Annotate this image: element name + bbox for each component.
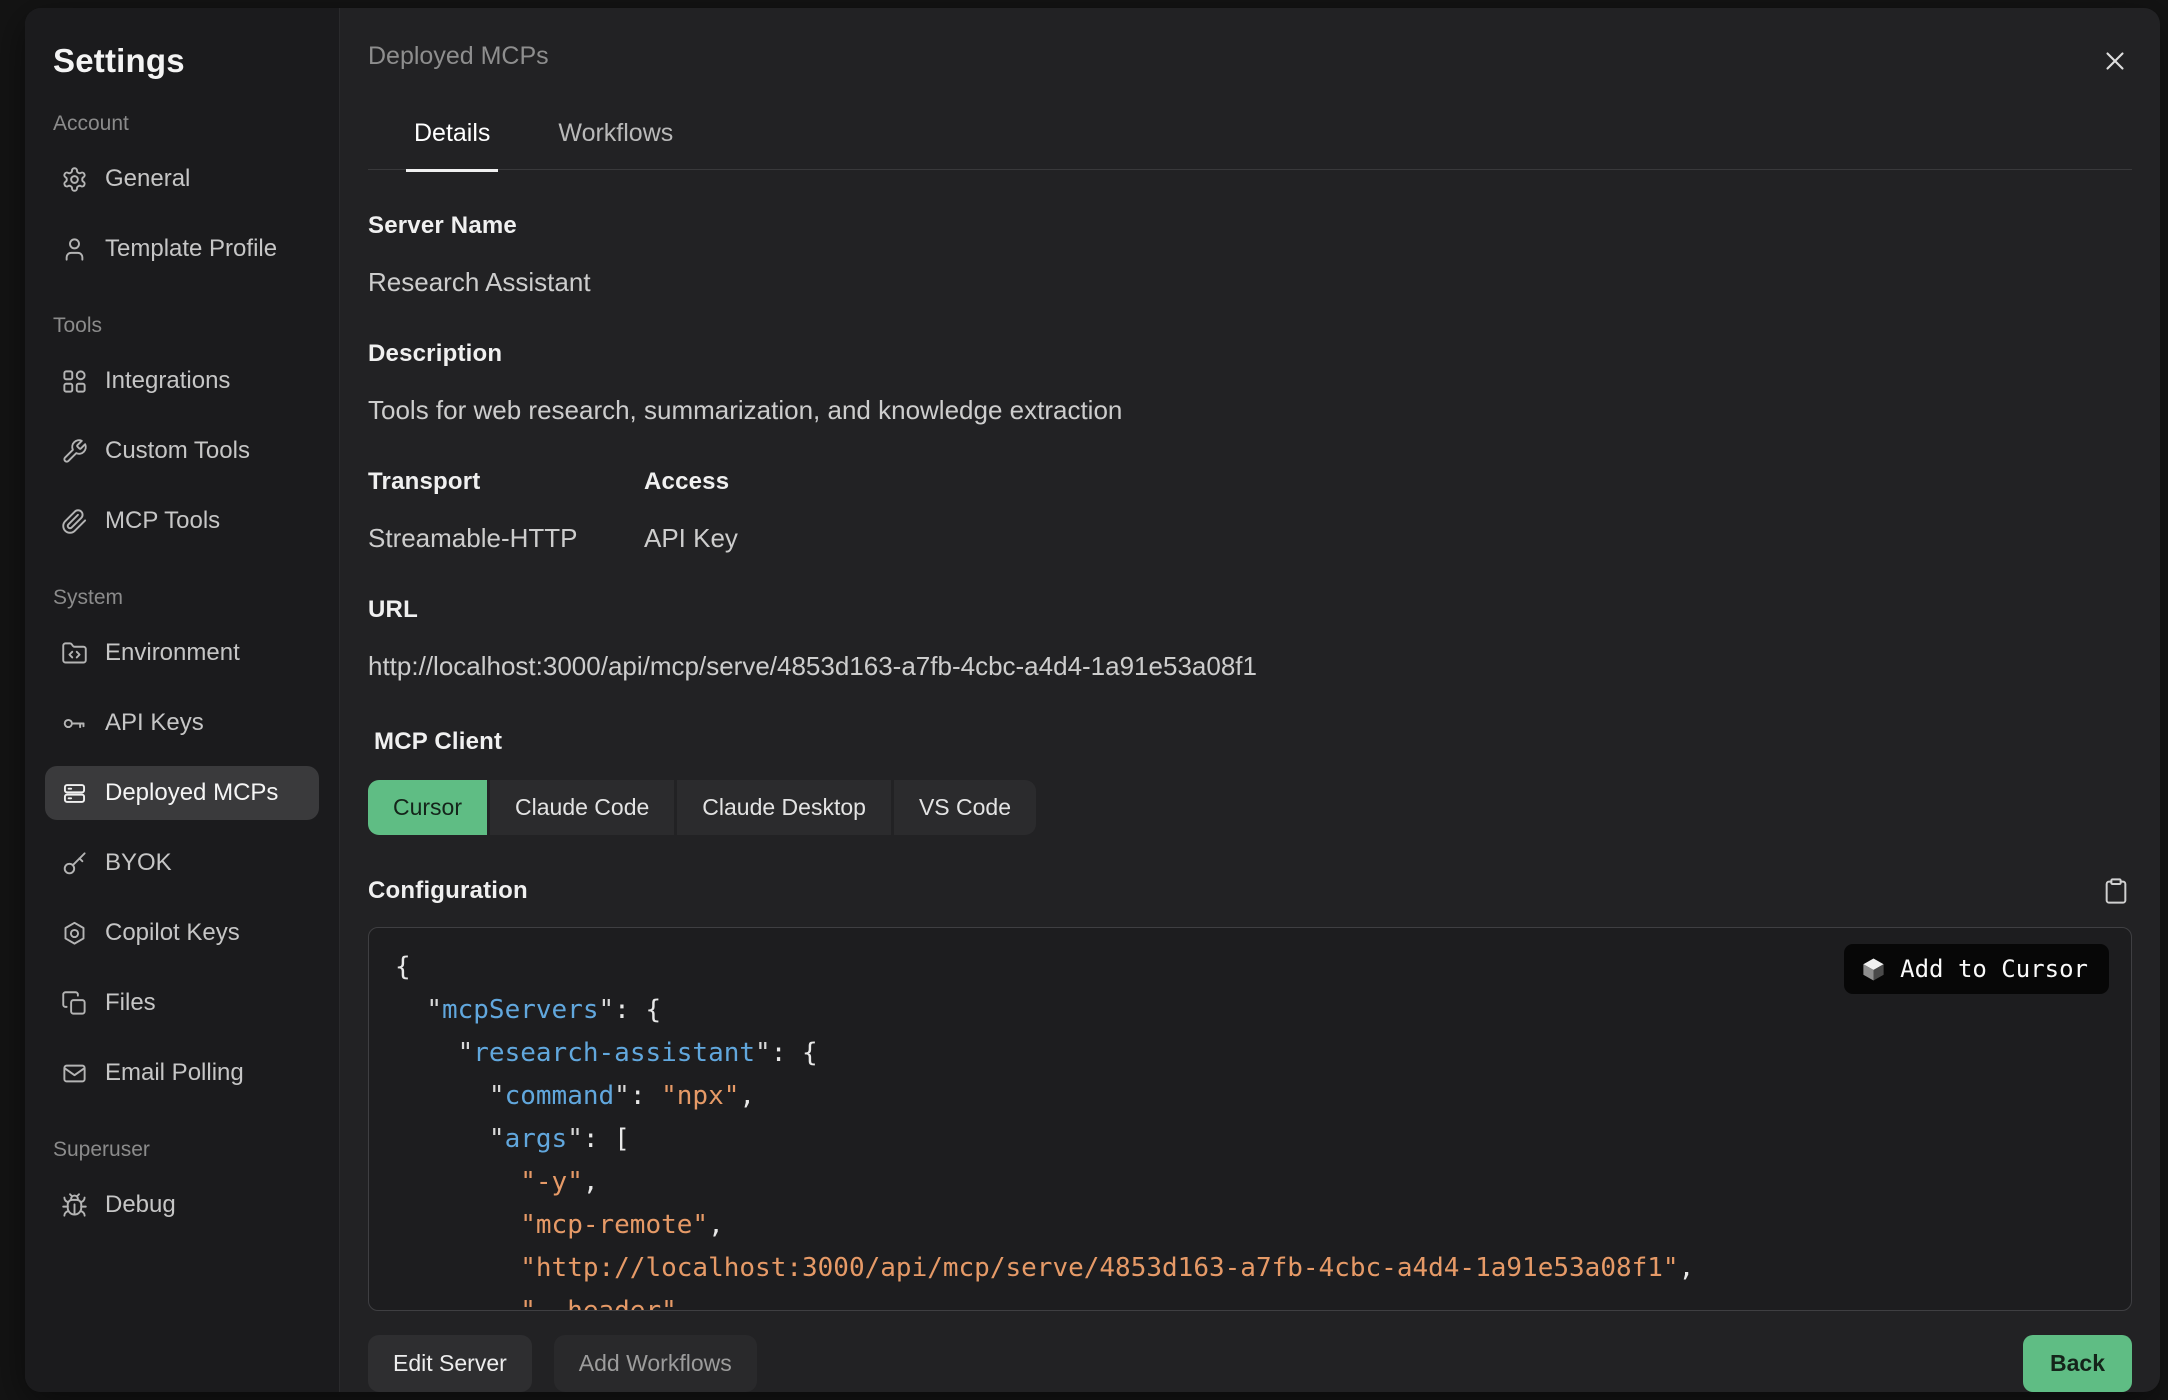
folder-code-icon: [61, 640, 88, 667]
sidebar-section-system: System: [53, 586, 311, 610]
sidebar-item-label: Deployed MCPs: [105, 779, 278, 807]
mail-icon: [61, 1060, 88, 1087]
sidebar-item-label: Email Polling: [105, 1059, 244, 1087]
sidebar-item-byok[interactable]: BYOK: [45, 836, 319, 890]
back-button[interactable]: Back: [2023, 1335, 2132, 1392]
footer-actions: Edit Server Add Workflows Back: [368, 1335, 2132, 1392]
code-line: "research-assistant": {: [395, 1032, 2105, 1075]
screen-background: Settings Account General Template Profile T…: [0, 0, 2168, 1400]
sidebar-item-deployed-mcps[interactable]: Deployed MCPs: [45, 766, 319, 820]
sidebar-item-copilot-keys[interactable]: Copilot Keys: [45, 906, 319, 960]
sidebar-section-account: Account: [53, 112, 311, 136]
settings-sidebar: Settings Account General Template Profile T…: [25, 8, 340, 1392]
client-claude-code-button[interactable]: Claude Code: [490, 780, 674, 835]
sidebar-item-mcp-tools[interactable]: MCP Tools: [45, 494, 319, 548]
cursor-cube-icon: [1860, 956, 1887, 983]
access-label: Access: [644, 468, 729, 496]
panel-header: Deployed MCPs: [368, 42, 2132, 78]
close-icon: [2100, 46, 2130, 76]
sidebar-item-label: API Keys: [105, 709, 204, 737]
tab-workflows[interactable]: Workflows: [550, 119, 681, 170]
sidebar-item-label: Custom Tools: [105, 437, 250, 465]
bug-icon: [61, 1192, 88, 1219]
gear-icon: [61, 166, 88, 193]
hexagon-icon: [61, 920, 88, 947]
paperclip-icon: [61, 508, 88, 535]
sidebar-item-label: Template Profile: [105, 235, 277, 263]
server-name-label: Server Name: [368, 212, 2132, 240]
transport-access-values: Streamable-HTTP API Key: [368, 496, 2132, 554]
copy-configuration-button[interactable]: [2100, 875, 2132, 907]
code-line: "command": "npx",: [395, 1075, 2105, 1118]
sidebar-item-label: Debug: [105, 1191, 176, 1219]
url-label: URL: [368, 596, 2132, 624]
configuration-code-block: { "mcpServers": { "research-assistant": …: [368, 927, 2132, 1311]
sidebar-item-api-keys[interactable]: API Keys: [45, 696, 319, 750]
sidebar-item-label: General: [105, 165, 190, 193]
configuration-label: Configuration: [368, 877, 528, 905]
server-icon: [61, 780, 88, 807]
sidebar-item-label: Integrations: [105, 367, 230, 395]
sidebar-item-email-polling[interactable]: Email Polling: [45, 1046, 319, 1100]
code-line: "http://localhost:3000/api/mcp/serve/485…: [395, 1247, 2105, 1290]
code-line: "mcp-remote",: [395, 1204, 2105, 1247]
description-label: Description: [368, 340, 2132, 368]
sidebar-item-integrations[interactable]: Integrations: [45, 354, 319, 408]
grid-icon: [61, 368, 88, 395]
description-value: Tools for web research, summarization, a…: [368, 395, 2132, 426]
sidebar-section-superuser: Superuser: [53, 1138, 311, 1162]
sidebar-item-custom-tools[interactable]: Custom Tools: [45, 424, 319, 478]
transport-value: Streamable-HTTP: [368, 523, 644, 554]
config-code: { "mcpServers": { "research-assistant": …: [395, 946, 2105, 1311]
access-value: API Key: [644, 523, 738, 554]
code-line: "--header": [395, 1290, 2105, 1311]
clipboard-icon: [2102, 877, 2130, 905]
user-icon: [61, 236, 88, 263]
sidebar-section-tools: Tools: [53, 314, 311, 338]
sidebar-item-label: Environment: [105, 639, 240, 667]
sidebar-sections: Account General Template Profile Tools Integ…: [45, 112, 319, 1232]
client-vs-code-button[interactable]: VS Code: [894, 780, 1036, 835]
close-button[interactable]: [2098, 44, 2132, 78]
code-line: "mcpServers": {: [395, 989, 2105, 1032]
tab-bar: Details Workflows: [368, 118, 2132, 170]
sidebar-item-label: Files: [105, 989, 156, 1017]
add-to-cursor-label: Add to Cursor: [1900, 955, 2088, 983]
sidebar-item-label: BYOK: [105, 849, 172, 877]
sidebar-item-environment[interactable]: Environment: [45, 626, 319, 680]
code-line: "-y",: [395, 1161, 2105, 1204]
url-value: http://localhost:3000/api/mcp/serve/4853…: [368, 651, 2132, 682]
settings-modal: Settings Account General Template Profile T…: [25, 8, 2160, 1392]
mcp-client-group: CursorClaude CodeClaude DesktopVS Code: [368, 780, 2132, 835]
edit-server-button[interactable]: Edit Server: [368, 1335, 532, 1392]
tab-details[interactable]: Details: [406, 119, 498, 172]
sidebar-title: Settings: [53, 42, 311, 80]
sidebar-item-debug[interactable]: Debug: [45, 1178, 319, 1232]
transport-access-labels: Transport Access: [368, 426, 2132, 496]
add-to-cursor-button[interactable]: Add to Cursor: [1844, 944, 2109, 994]
configuration-row: Configuration: [368, 875, 2132, 907]
add-workflows-button[interactable]: Add Workflows: [554, 1335, 757, 1392]
transport-label: Transport: [368, 468, 644, 496]
sidebar-item-label: MCP Tools: [105, 507, 220, 535]
files-icon: [61, 990, 88, 1017]
deployed-mcps-panel: Deployed MCPs Details Workflows Server N…: [340, 8, 2160, 1392]
sidebar-item-label: Copilot Keys: [105, 919, 240, 947]
panel-title: Deployed MCPs: [368, 42, 549, 71]
client-cursor-button[interactable]: Cursor: [368, 780, 487, 835]
sidebar-item-files[interactable]: Files: [45, 976, 319, 1030]
key-icon: [61, 710, 88, 737]
server-name-value: Research Assistant: [368, 267, 2132, 298]
mcp-client-label: MCP Client: [374, 728, 2132, 756]
client-claude-desktop-button[interactable]: Claude Desktop: [677, 780, 891, 835]
code-line: "args": [: [395, 1118, 2105, 1161]
wrench-icon: [61, 438, 88, 465]
key-round-icon: [61, 850, 88, 877]
sidebar-item-general[interactable]: General: [45, 152, 319, 206]
sidebar-item-template-profile[interactable]: Template Profile: [45, 222, 319, 276]
